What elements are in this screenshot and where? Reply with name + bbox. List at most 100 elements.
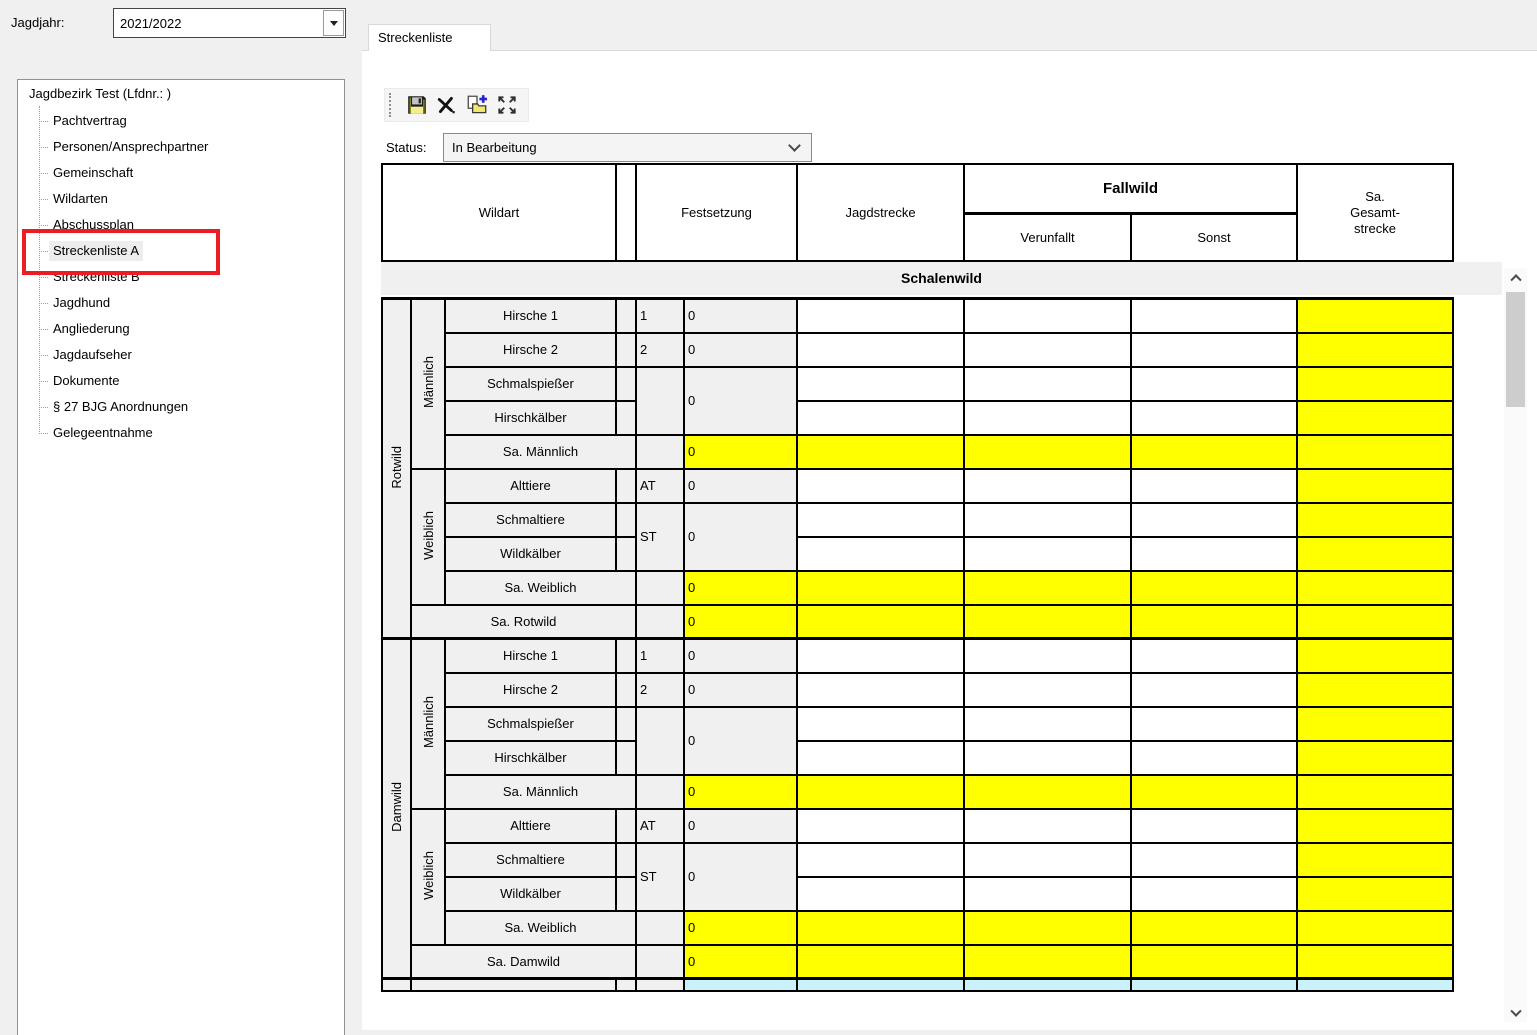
gesamtstrecke-cell [1297,503,1453,537]
verunfallt-cell[interactable] [964,707,1131,741]
verunfallt-cell[interactable] [964,469,1131,503]
spacer-cell [616,707,636,741]
jagdstrecke-cell[interactable] [797,843,964,877]
verunfallt-cell [964,571,1131,605]
tree-root-node[interactable]: Jagdbezirk Test (Lfdnr.: ) [29,86,171,101]
wildart-label-cell: Schmalspießer [445,367,616,401]
verunfallt-cell[interactable] [964,333,1131,367]
jagdstrecke-cell[interactable] [797,639,964,673]
festsetzung-value-cell: 0 [684,945,797,979]
wildart-label-cell: Schmaltiere [445,503,616,537]
header-wildart: Wildart [382,164,616,261]
sonst-cell[interactable] [1131,809,1297,843]
wildart-label-cell: Alttiere [445,469,616,503]
sonst-cell[interactable] [1131,843,1297,877]
new-copy-button[interactable] [462,91,492,119]
toolbar-grip-handle[interactable] [389,93,393,117]
delete-button[interactable] [432,91,462,119]
jagdstrecke-cell[interactable] [797,401,964,435]
tree-item-gelegeentnahme[interactable]: Gelegeentnahme [49,423,157,443]
verunfallt-cell[interactable] [964,537,1131,571]
sonst-cell[interactable] [1131,877,1297,911]
sonst-cell[interactable] [1131,741,1297,775]
verunfallt-cell[interactable] [964,367,1131,401]
tree-item-jagdaufseher[interactable]: Jagdaufseher [49,345,136,365]
tree-item-pachtvertrag[interactable]: Pachtvertrag [49,111,131,131]
jagdstrecke-cell [797,435,964,469]
group-name-cell [382,979,411,991]
expand-button[interactable] [492,91,522,119]
verunfallt-cell[interactable] [964,639,1131,673]
gesamtstrecke-cell [1297,775,1453,809]
tree-item-wildarten[interactable]: Wildarten [49,189,112,209]
sonst-cell[interactable] [1131,469,1297,503]
jagdstrecke-cell[interactable] [797,877,964,911]
subgroup-name-cell: Männlich [411,639,445,809]
jagdstrecke-cell [797,979,964,991]
jagdjahr-dropdown-button[interactable] [323,10,344,36]
grid-row: WeiblichAlttiereAT0 [382,809,1453,843]
sonst-cell[interactable] [1131,367,1297,401]
tree-item-personen-ansprechpartner[interactable]: Personen/Ansprechpartner [49,137,212,157]
tree-item-gemeinschaft[interactable]: Gemeinschaft [49,163,137,183]
toolbar [384,88,529,122]
tree-item-streckenliste-b[interactable]: Streckenliste B [49,267,144,287]
sonst-cell[interactable] [1131,537,1297,571]
tree-item--27-bjg-anordnungen[interactable]: § 27 BJG Anordnungen [49,397,192,417]
jagdstrecke-cell[interactable] [797,809,964,843]
sonst-cell[interactable] [1131,299,1297,333]
jagdjahr-combobox[interactable]: 2021/2022 [113,8,346,38]
scroll-up-button[interactable] [1504,268,1527,285]
jagdstrecke-cell[interactable] [797,299,964,333]
tree-item-abschussplan[interactable]: Abschussplan [49,215,138,235]
sonst-cell[interactable] [1131,503,1297,537]
jagdstrecke-cell[interactable] [797,469,964,503]
vertical-scrollbar[interactable] [1504,268,1527,1022]
wildart-label-cell: Wildkälber [445,537,616,571]
scrollbar-thumb[interactable] [1506,292,1525,407]
wildart-label-cell: Wildkälber [445,877,616,911]
gesamtstrecke-cell [1297,639,1453,673]
verunfallt-cell[interactable] [964,741,1131,775]
tab-streckenliste[interactable]: Streckenliste [368,24,491,51]
gesamtstrecke-cell [1297,979,1453,991]
verunfallt-cell[interactable] [964,877,1131,911]
sonst-cell[interactable] [1131,401,1297,435]
status-combobox[interactable]: In Bearbeitung [443,133,812,162]
tree-item-dokumente[interactable]: Dokumente [49,371,123,391]
jagdstrecke-cell[interactable] [797,673,964,707]
sonst-cell[interactable] [1131,333,1297,367]
jagdstrecke-cell[interactable] [797,707,964,741]
sonst-cell[interactable] [1131,639,1297,673]
festsetzung-value-cell: 0 [684,775,797,809]
tree-item-streckenliste-a[interactable]: Streckenliste A [49,241,143,261]
save-button[interactable] [402,91,432,119]
wildart-label-cell: Hirsche 2 [445,673,616,707]
jagdstrecke-cell [797,571,964,605]
tree-item-jagdhund[interactable]: Jagdhund [49,293,114,313]
verunfallt-cell[interactable] [964,809,1131,843]
jagdstrecke-cell[interactable] [797,503,964,537]
festsetzung-code-cell [636,911,684,945]
festsetzung-code-cell [636,571,684,605]
tree-item-angliederung[interactable]: Angliederung [49,319,134,339]
festsetzung-code-cell: 1 [636,299,684,333]
jagdstrecke-cell [797,775,964,809]
jagdstrecke-cell[interactable] [797,537,964,571]
grid-scroll-viewport[interactable]: Schalenwild RotwildMännlichHirsche 110Hi… [381,262,1502,1030]
verunfallt-cell[interactable] [964,401,1131,435]
verunfallt-cell[interactable] [964,299,1131,333]
verunfallt-cell[interactable] [964,843,1131,877]
verunfallt-cell[interactable] [964,673,1131,707]
jagdstrecke-cell[interactable] [797,333,964,367]
jagdstrecke-cell[interactable] [797,367,964,401]
sonst-cell[interactable] [1131,673,1297,707]
delete-x-icon [436,94,458,116]
sonst-cell[interactable] [1131,707,1297,741]
festsetzung-value-cell: 0 [684,673,797,707]
scroll-down-button[interactable] [1504,1005,1527,1022]
jagdstrecke-cell[interactable] [797,741,964,775]
verunfallt-cell[interactable] [964,503,1131,537]
spacer-cell [616,537,636,571]
summary-label-cell: Sa. Männlich [445,775,636,809]
